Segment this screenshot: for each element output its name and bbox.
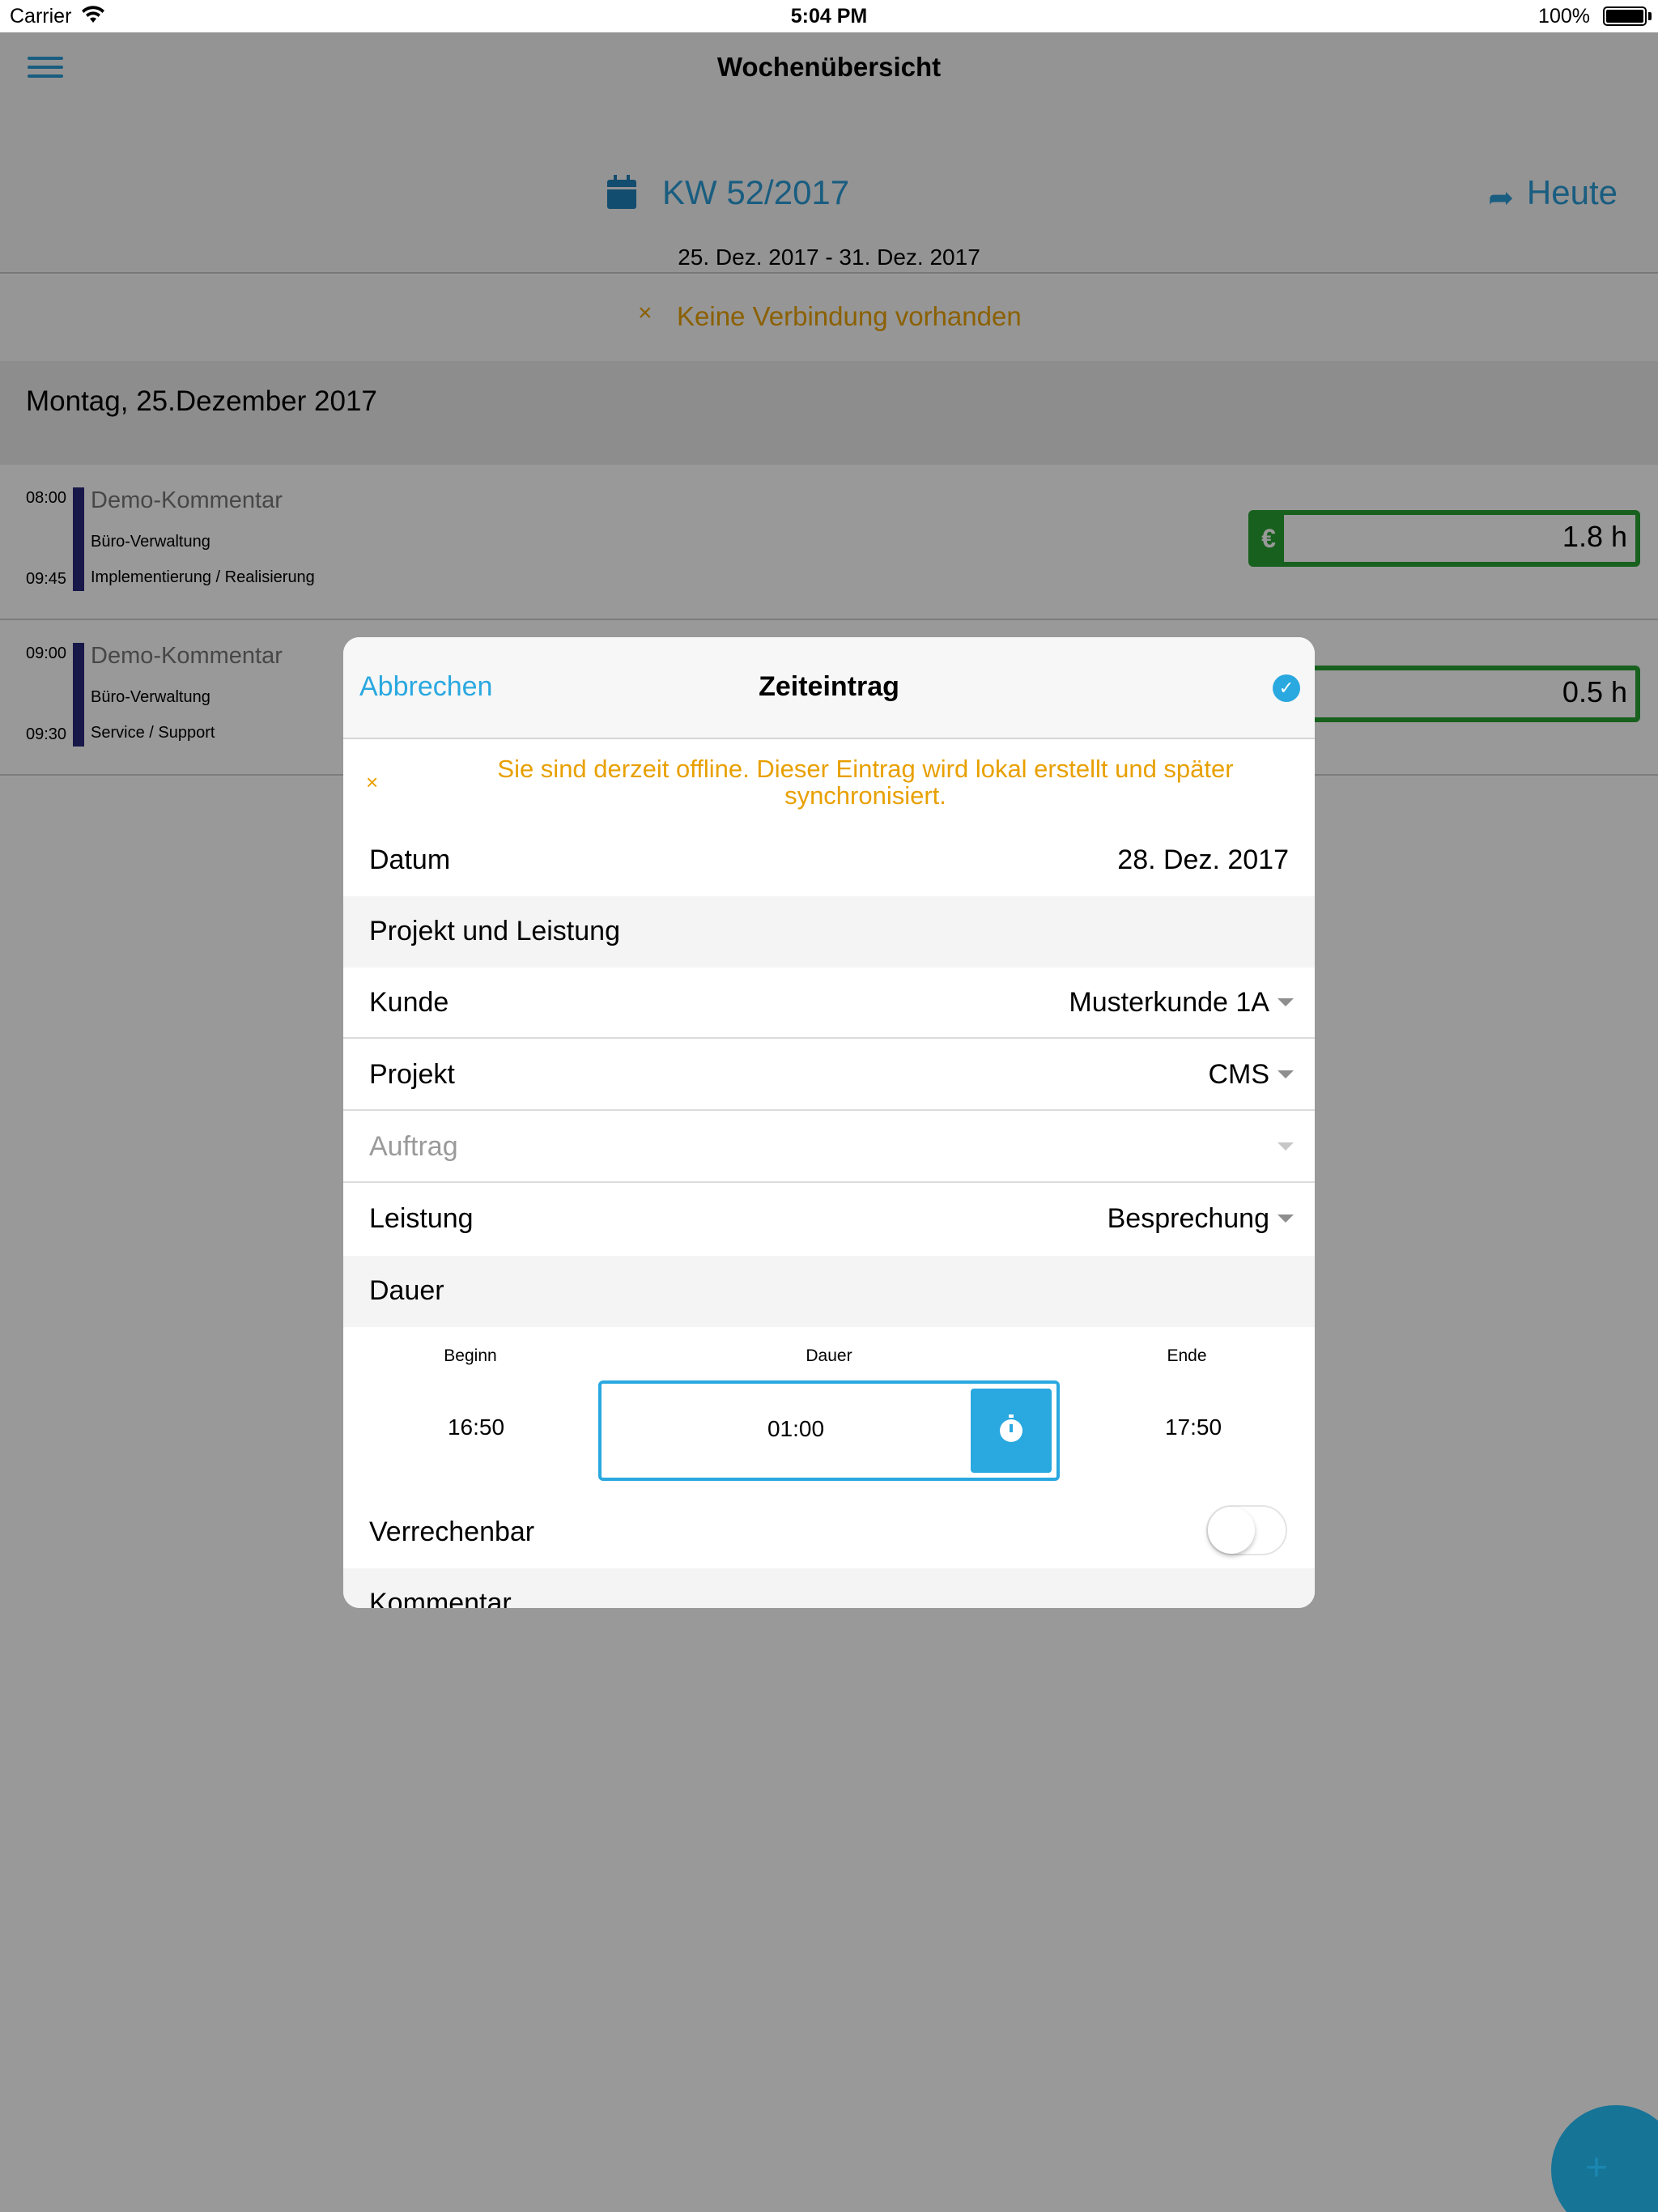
section-comment-title: Kommentar [369, 1588, 512, 1608]
service-select[interactable]: Leistung Besprechung [343, 1184, 1315, 1255]
duration-value: 01:00 [767, 1416, 825, 1441]
duration-field[interactable]: 01:00 [598, 1380, 1060, 1481]
begin-heading: Beginn [444, 1346, 497, 1365]
dialog-title: Zeiteintrag [759, 671, 899, 702]
order-label: Auftrag [369, 1131, 458, 1162]
close-icon[interactable]: × [366, 770, 378, 795]
order-select[interactable]: Auftrag [343, 1112, 1315, 1183]
stopwatch-button[interactable] [971, 1389, 1052, 1473]
chevron-down-icon [1278, 1070, 1294, 1078]
section-duration-title: Dauer [369, 1275, 444, 1306]
offline-notice-text: Sie sind derzeit offline. Dieser Eintrag… [497, 755, 1234, 810]
offline-notice: × Sie sind derzeit offline. Dieser Eintr… [343, 741, 1315, 822]
chevron-down-icon [1278, 1142, 1294, 1151]
billable-toggle[interactable] [1206, 1505, 1287, 1555]
battery-icon [1603, 6, 1647, 26]
toggle-knob [1208, 1507, 1255, 1554]
plus-icon: + [1585, 2146, 1609, 2189]
customer-value: Musterkunde 1A [1069, 987, 1269, 1018]
section-project-title: Projekt und Leistung [369, 916, 620, 946]
service-label: Leistung [369, 1203, 474, 1234]
project-select[interactable]: Projekt CMS [343, 1040, 1315, 1111]
battery-tip [1648, 12, 1652, 20]
begin-time-field[interactable]: 16:50 [395, 1414, 557, 1440]
status-bar: Carrier 5:04 PM 100% [0, 0, 1658, 32]
time-entry-dialog: Abbrechen Zeiteintrag ✓ × Sie sind derze… [343, 637, 1315, 1608]
section-duration: Dauer [343, 1256, 1315, 1327]
customer-label: Kunde [369, 987, 449, 1018]
dialog-header: Abbrechen Zeiteintrag ✓ [343, 637, 1315, 739]
project-label: Projekt [369, 1059, 455, 1090]
billable-row: Verrechenbar [343, 1497, 1315, 1568]
duration-heading: Dauer [806, 1346, 852, 1365]
end-heading: Ende [1167, 1346, 1207, 1365]
date-row[interactable]: Datum 28. Dez. 2017 [343, 825, 1315, 896]
battery-percent: 100% [1538, 5, 1590, 28]
service-value: Besprechung [1107, 1203, 1269, 1234]
chevron-down-icon [1278, 998, 1294, 1006]
section-project: Projekt und Leistung [343, 896, 1315, 968]
date-label: Datum [369, 844, 451, 875]
checkmark-circle-icon[interactable]: ✓ [1273, 674, 1300, 702]
project-value: CMS [1208, 1059, 1269, 1090]
chevron-down-icon [1278, 1214, 1294, 1223]
clock: 5:04 PM [790, 5, 868, 28]
date-value: 28. Dez. 2017 [1117, 844, 1289, 875]
billable-label: Verrechenbar [369, 1516, 535, 1547]
customer-select[interactable]: Kunde Musterkunde 1A [343, 968, 1315, 1039]
section-comment: Kommentar [343, 1568, 1315, 1608]
stopwatch-icon [1000, 1414, 1022, 1442]
duration-picker: Beginn Dauer Ende 16:50 01:00 17:50 [343, 1327, 1315, 1497]
end-time-field[interactable]: 17:50 [1112, 1414, 1274, 1440]
